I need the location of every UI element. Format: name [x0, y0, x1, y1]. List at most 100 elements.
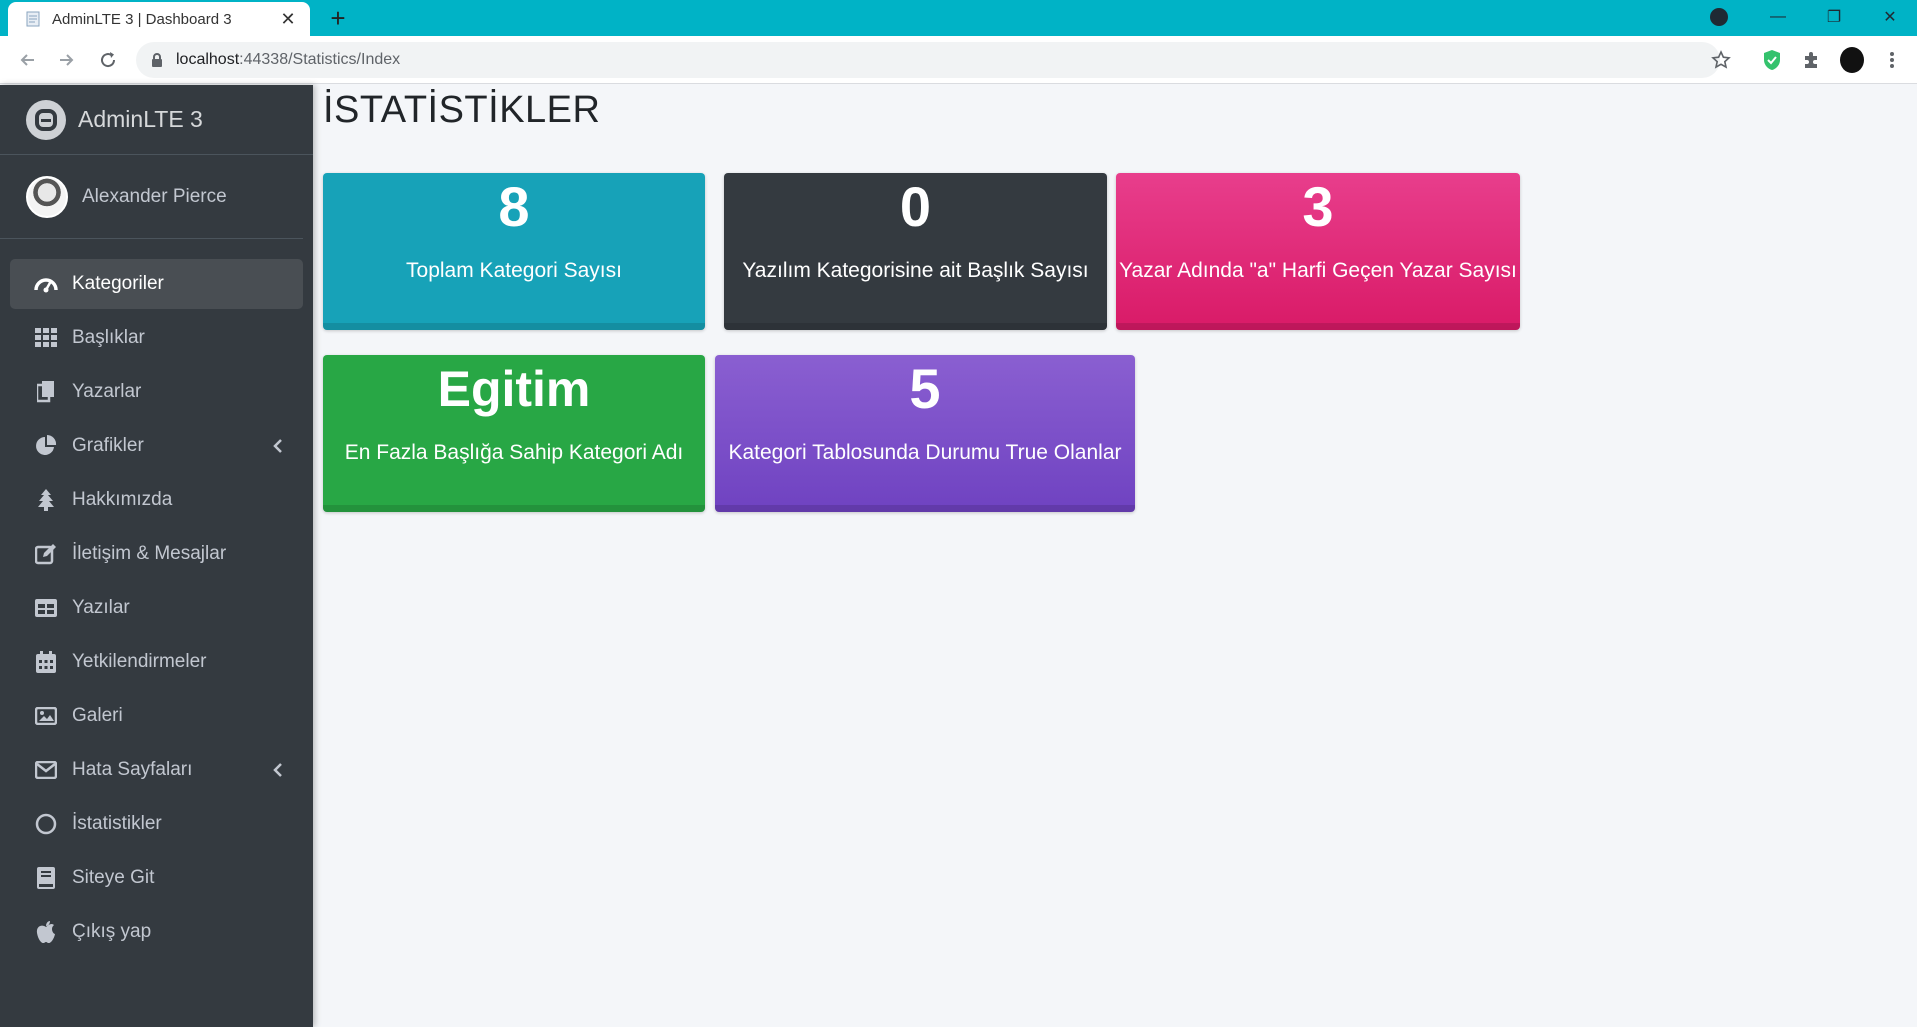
sidebar-item-label: Yazılar	[72, 597, 130, 618]
edit-icon	[34, 542, 58, 566]
sidebar-item-yazarlar[interactable]: Yazarlar	[10, 367, 303, 417]
stat-label: Toplam Kategori Sayısı	[406, 259, 622, 282]
table-icon	[34, 596, 58, 620]
sidebar-item-grafikler[interactable]: Grafikler	[10, 421, 303, 471]
sidebar-item-label: İletişim & Mesajlar	[72, 543, 227, 564]
extensions-button[interactable]	[1800, 48, 1824, 72]
puzzle-icon	[1805, 52, 1817, 68]
stat-label: En Fazla Başlığa Sahip Kategori Adı	[344, 441, 684, 464]
stat-value: 3	[1302, 175, 1334, 238]
sidebar-item-label: Grafikler	[72, 435, 144, 456]
sidebar-item-siteye-git[interactable]: Siteye Git	[10, 853, 303, 903]
adminlte-logo-icon	[26, 99, 66, 140]
grid-icon	[34, 326, 58, 350]
sidebar: AdminLTE 3 Alexander Pierce Kategoriler …	[0, 85, 313, 1027]
brand-link[interactable]: AdminLTE 3	[0, 85, 313, 155]
pie-chart-icon	[34, 434, 58, 458]
sidebar-item-label: Kategoriler	[72, 273, 164, 294]
close-window-button[interactable]: ✕	[1862, 0, 1917, 34]
restore-button[interactable]: ❐	[1806, 0, 1862, 34]
browser-tab[interactable]: AdminLTE 3 | Dashboard 3 ✕	[8, 2, 310, 36]
sidebar-item-label: Hakkımızda	[72, 489, 173, 510]
sidebar-item-label: Çıkış yap	[72, 921, 152, 942]
book-icon	[34, 866, 58, 890]
sidebar-item-iletisim-mesajlar[interactable]: İletişim & Mesajlar	[10, 529, 303, 579]
sidebar-menu: Kategoriler Başlıklar Yazarlar Grafikler	[0, 239, 313, 957]
chevron-left-icon	[273, 763, 282, 777]
shield-icon	[1764, 50, 1780, 70]
stat-box-footer	[715, 505, 1135, 512]
back-button[interactable]	[14, 46, 42, 74]
user-avatar	[26, 175, 68, 218]
arrow-left-icon	[20, 54, 34, 66]
main-content: İSTATİSTİKLER 8 Toplam Kategori Sayısı 0…	[313, 85, 1917, 1027]
calendar-icon	[34, 650, 58, 674]
stat-value: Egitim	[437, 361, 591, 417]
sidebar-item-cikis-yap[interactable]: Çıkış yap	[10, 907, 303, 957]
reload-button[interactable]	[94, 46, 122, 74]
sidebar-item-basliklar[interactable]: Başlıklar	[10, 313, 303, 363]
sidebar-item-yetkilendirmeler[interactable]: Yetkilendirmeler	[10, 637, 303, 687]
stat-box-software-headings: 0 Yazılım Kategorisine ait Başlık Sayısı	[724, 173, 1107, 330]
chevron-left-icon	[273, 439, 282, 453]
image-icon	[34, 704, 58, 728]
forward-button[interactable]	[52, 46, 80, 74]
stat-label: Yazılım Kategorisine ait Başlık Sayısı	[742, 259, 1089, 282]
circle-icon	[34, 812, 58, 836]
arrow-right-icon	[60, 54, 74, 66]
profile-avatar	[1840, 47, 1864, 73]
stat-box-footer	[1116, 323, 1520, 330]
sidebar-item-label: İstatistikler	[72, 813, 162, 834]
stat-box-authors-with-a: 3 Yazar Adında "a" Harfi Geçen Yazar Say…	[1116, 173, 1520, 330]
new-tab-button[interactable]: +	[324, 4, 352, 32]
sidebar-item-label: Yazarlar	[72, 381, 142, 402]
browser-tab-bar: AdminLTE 3 | Dashboard 3 ✕ + — ❐ ✕	[0, 0, 1917, 36]
media-control-icon[interactable]	[1710, 8, 1728, 26]
stat-value: 0	[899, 175, 932, 238]
stat-box-total-categories: 8 Toplam Kategori Sayısı	[323, 173, 705, 330]
sidebar-item-label: Siteye Git	[72, 867, 155, 888]
close-tab-icon[interactable]: ✕	[278, 9, 298, 30]
tachometer-icon	[34, 272, 58, 296]
sidebar-item-label: Başlıklar	[72, 327, 145, 348]
tab-title: AdminLTE 3 | Dashboard 3	[52, 10, 232, 28]
envelope-icon	[34, 758, 58, 782]
bookmark-star-button[interactable]	[1709, 48, 1733, 72]
sidebar-item-hakkimizda[interactable]: Hakkımızda	[10, 475, 303, 525]
copy-icon	[34, 380, 58, 404]
apple-icon	[34, 920, 58, 944]
tree-icon	[34, 488, 58, 512]
stat-box-active-categories: 5 Kategori Tablosunda Durumu True Olanla…	[715, 355, 1135, 512]
sidebar-item-kategoriler[interactable]: Kategoriler	[10, 259, 303, 309]
document-icon	[26, 11, 40, 27]
brand-text: AdminLTE 3	[78, 106, 203, 132]
stat-value: 5	[909, 357, 941, 420]
page-title: İSTATİSTİKLER	[323, 89, 601, 131]
stat-label: Yazar Adında "a" Harfi Geçen Yazar Sayıs…	[1119, 259, 1517, 282]
profile-button[interactable]	[1840, 47, 1864, 73]
stat-box-top-category: Egitim En Fazla Başlığa Sahip Kategori A…	[323, 355, 705, 512]
stat-box-footer	[323, 323, 705, 330]
url-path: :44338/Statistics/Index	[239, 51, 401, 68]
minimize-button[interactable]: —	[1750, 0, 1806, 34]
stat-value: 8	[498, 175, 530, 238]
stat-box-footer	[724, 323, 1107, 330]
stat-label: Kategori Tablosunda Durumu True Olanlar	[728, 441, 1122, 464]
sidebar-item-galeri[interactable]: Galeri	[10, 691, 303, 741]
kebab-menu-icon	[1890, 52, 1894, 68]
user-panel[interactable]: Alexander Pierce	[0, 155, 303, 239]
url-host: localhost	[176, 51, 240, 68]
browser-menu-button[interactable]	[1880, 48, 1904, 72]
sidebar-item-label: Hata Sayfaları	[72, 759, 193, 780]
sidebar-item-istatistikler[interactable]: İstatistikler	[10, 799, 303, 849]
user-name: Alexander Pierce	[82, 185, 227, 207]
address-bar-row: localhost:44338/Statistics/Index	[0, 36, 1917, 84]
url-field[interactable]: localhost:44338/Statistics/Index	[136, 42, 1720, 78]
sidebar-item-hata-sayfalari[interactable]: Hata Sayfaları	[10, 745, 303, 795]
sidebar-item-label: Galeri	[72, 705, 123, 726]
reload-icon	[101, 52, 116, 68]
shield-extension-button[interactable]	[1760, 48, 1784, 72]
sidebar-item-yazilar[interactable]: Yazılar	[10, 583, 303, 633]
lock-icon	[152, 53, 162, 67]
star-icon	[1711, 50, 1731, 69]
